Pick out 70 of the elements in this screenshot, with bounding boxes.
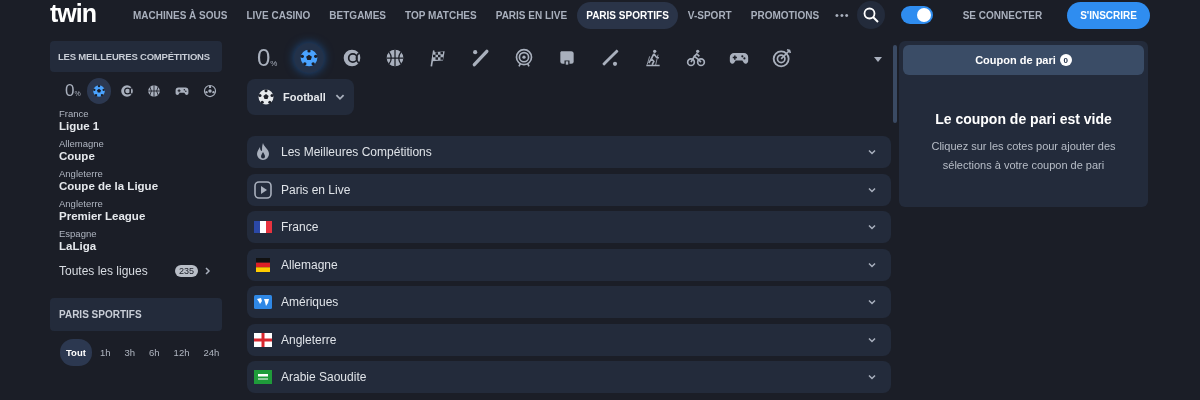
time-filter-tab[interactable]: 24h — [197, 339, 226, 366]
empty-title: Le coupon de pari est vide — [935, 111, 1112, 127]
nav-link[interactable]: LIVE CASINO — [237, 1, 320, 29]
zero-margin-label[interactable]: 0% — [253, 44, 282, 72]
search-button[interactable] — [856, 1, 885, 29]
football-icon — [92, 84, 107, 98]
saudi-flag-icon — [254, 370, 272, 384]
count-badge: 0 — [1059, 54, 1072, 66]
basketball-icon — [147, 84, 162, 98]
category-row[interactable]: Les Meilleures Compétitions — [247, 136, 891, 168]
nav-link[interactable]: MACHINES À SOUS — [124, 1, 237, 29]
section-heading: PARIS SPORTIFS — [50, 298, 222, 331]
england-flag-icon — [254, 332, 272, 347]
football-icon — [299, 48, 320, 68]
nav-link[interactable]: PROMOTIONS — [741, 1, 829, 29]
football-icon — [257, 88, 275, 106]
time-filter-tab[interactable]: 12h — [167, 339, 196, 366]
logo[interactable]: twin — [50, 0, 96, 26]
empty-message: Cliquez sur les cotes pour ajouter des sélections à votre coupon de pari — [930, 139, 1117, 173]
ball-icon — [202, 84, 217, 98]
sport-dropdown[interactable]: Football — [247, 79, 354, 115]
login-link[interactable]: SE CONNECTER — [962, 9, 1043, 21]
play-icon — [254, 180, 272, 199]
league-link[interactable]: Espagne LaLiga — [59, 228, 222, 252]
league-link[interactable]: Allemagne Coupe — [59, 138, 222, 162]
search-icon — [862, 7, 879, 23]
all-leagues-link[interactable]: Toutes les ligues 235 — [59, 264, 222, 278]
nav-link[interactable]: PARIS SPORTIFS — [577, 1, 678, 29]
basketball-icon — [385, 48, 406, 68]
chevron-right-icon — [204, 266, 212, 276]
category-row[interactable]: Angleterre — [247, 323, 891, 356]
more-menu[interactable]: ••• — [835, 9, 850, 21]
dartboard-icon — [772, 48, 793, 68]
chevron-down-icon — [867, 297, 877, 307]
count-badge: 235 — [174, 265, 198, 277]
category-row[interactable]: Allemagne — [247, 248, 891, 281]
nav-link[interactable]: PARIS EN LIVE — [486, 1, 577, 29]
league-link[interactable]: Angleterre Premier League — [59, 198, 222, 222]
nav-link[interactable]: BETGAMES — [320, 1, 396, 29]
chevron-down-icon — [867, 222, 877, 232]
league-link[interactable]: Angleterre Coupe de la Ligue — [59, 168, 222, 192]
germany-flag-icon — [254, 257, 272, 272]
time-filter-tab[interactable]: 1h — [93, 339, 117, 366]
dark-mode-toggle[interactable] — [900, 6, 933, 24]
time-filter-tab[interactable]: 6h — [143, 339, 166, 366]
section-heading: LES MEILLEURES COMPÉTITIONS — [50, 41, 222, 72]
chevron-down-icon — [867, 147, 877, 157]
nav-link[interactable]: TOP MATCHES — [396, 1, 486, 29]
world-map-icon — [254, 295, 272, 309]
nav-link[interactable]: V-SPORT — [678, 1, 741, 29]
tennis-ball-icon — [119, 84, 134, 98]
category-row[interactable]: France — [247, 211, 891, 243]
flame-icon — [255, 143, 271, 161]
league-link[interactable]: France Ligue 1 — [59, 108, 222, 132]
sport-tab[interactable] — [86, 78, 112, 104]
tennis-ball-icon — [342, 48, 363, 68]
target-icon — [514, 48, 535, 68]
time-filter-tab[interactable]: 3h — [118, 339, 142, 366]
chevron-down-icon — [867, 372, 877, 382]
cricket-bat-icon — [600, 48, 621, 68]
sport-tab[interactable] — [294, 43, 325, 73]
cyclist-icon — [686, 48, 707, 68]
time-filter-tab[interactable]: Tout — [60, 339, 92, 366]
coupon-tab[interactable]: Coupon de pari 0 — [903, 45, 1144, 75]
scrollbar[interactable] — [893, 45, 897, 123]
caret-down-icon[interactable] — [873, 57, 883, 63]
category-row[interactable]: Arabie Saoudite — [247, 361, 891, 393]
category-row[interactable]: Paris en Live — [247, 173, 891, 206]
france-flag-icon — [254, 220, 272, 234]
category-row[interactable]: Amériques — [247, 286, 891, 318]
